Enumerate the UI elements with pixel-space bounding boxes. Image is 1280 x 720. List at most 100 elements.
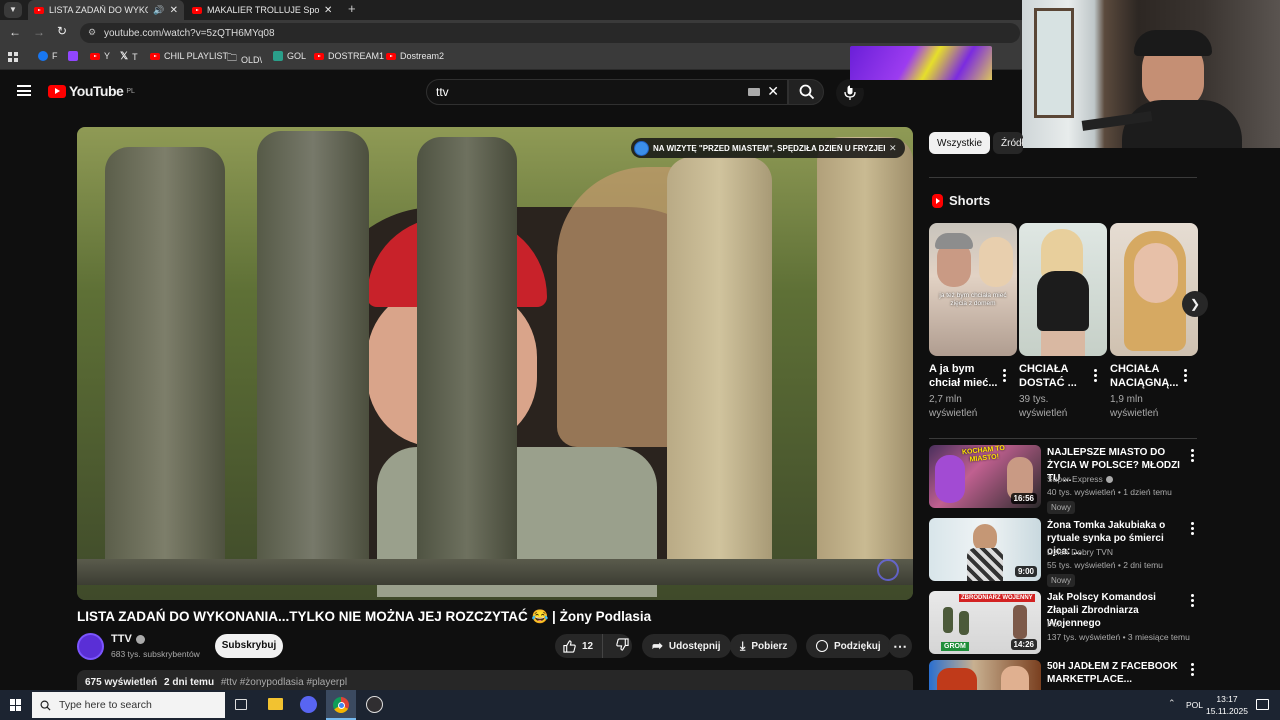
youtube-favicon-icon: [192, 6, 202, 14]
chip-all[interactable]: Wszystkie: [929, 132, 990, 154]
bookmark-x[interactable]: 𝕏 T: [120, 51, 138, 62]
new-badge: Nowy: [1047, 501, 1076, 514]
youtube-logo[interactable]: YouTube PL: [48, 83, 135, 99]
recommended-menu-icon-3[interactable]: [1190, 594, 1194, 609]
clear-search-icon[interactable]: ✕: [767, 83, 779, 100]
speaker-icon: 🔊: [153, 4, 165, 15]
windows-start-icon[interactable]: [10, 699, 22, 711]
recommended-thumbnail-2[interactable]: 9:00: [929, 518, 1041, 581]
divider: [929, 177, 1197, 178]
thanks-button[interactable]: Podziękuj: [806, 634, 891, 658]
shorts-next-button[interactable]: ❯: [1182, 291, 1208, 317]
bookmark-twitch[interactable]: [68, 51, 78, 61]
video-player[interactable]: NA WIZYTĘ "PRZED MIASTEM", SPĘDZIŁA DZIE…: [77, 127, 913, 600]
bookmark-dostream2[interactable]: Dostream2: [386, 51, 444, 61]
thumbnail-label: GROM: [941, 642, 969, 651]
bookmark-folder-old[interactable]: 🗀 OLD\: [227, 51, 262, 68]
download-button[interactable]: ⤓ Pobierz: [730, 634, 798, 658]
subscriber-count: 683 tys. subskrybentów: [111, 649, 200, 659]
search-button[interactable]: [788, 79, 824, 105]
short-title-1[interactable]: A ja bym chciał mieć...: [929, 362, 1005, 390]
bookmark-label: T: [132, 51, 138, 62]
new-badge: Nowy: [1047, 574, 1076, 587]
keyboard-icon[interactable]: [748, 88, 760, 96]
notifications-icon[interactable]: [1256, 699, 1269, 710]
tab-2[interactable]: MAKALIER TROLLUJE Spotkani ✕: [186, 0, 342, 20]
channel-name[interactable]: TTV: [111, 633, 145, 645]
recommended-menu-icon-4[interactable]: [1190, 663, 1194, 678]
search-input[interactable]: ttv ✕: [426, 79, 788, 105]
short-title-3[interactable]: CHCIAŁA NACIĄGNĄ...: [1110, 362, 1186, 390]
recommended-menu-icon-2[interactable]: [1190, 522, 1194, 537]
short-menu-icon-1[interactable]: [1002, 369, 1006, 384]
notification-text: NA WIZYTĘ "PRZED MIASTEM", SPĘDZIŁA DZIE…: [653, 143, 885, 153]
channel-label: Super Express: [1047, 474, 1103, 484]
hashtags[interactable]: #ttv #żonypodlasia #playerpl: [221, 677, 347, 688]
tab-close-icon[interactable]: ✕: [324, 5, 332, 16]
upload-date: 2 dni temu: [164, 677, 215, 688]
hamburger-menu-icon[interactable]: [17, 85, 31, 96]
clock-time[interactable]: 13:17: [1209, 694, 1245, 704]
notification-close-icon[interactable]: ✕: [889, 143, 897, 154]
subscribe-button[interactable]: Subskrybuj: [215, 634, 283, 658]
youtube-icon: [150, 52, 160, 60]
dislike-button[interactable]: [609, 638, 629, 654]
obs-icon[interactable]: [366, 696, 383, 713]
task-view-icon[interactable]: [235, 699, 247, 710]
reload-icon[interactable]: ↻: [57, 24, 67, 38]
tab-active[interactable]: LISTA ZADAŃ DO WYKONA 🔊 ✕: [28, 0, 184, 20]
recommended-thumbnail-4[interactable]: [929, 660, 1041, 690]
bookmark-chil-playlist[interactable]: CHIL PLAYLIST: [150, 51, 228, 61]
short-thumbnail-3[interactable]: [1110, 223, 1198, 356]
youtube-favicon-icon: [34, 6, 44, 14]
region-code: PL: [126, 87, 135, 95]
tray-chevron-icon[interactable]: ⌃: [1168, 698, 1176, 709]
recommended-thumbnail-1[interactable]: KOCHAM TO MIASTO! 16:56: [929, 445, 1041, 508]
bookmark-gol[interactable]: GOL: [273, 51, 306, 61]
chrome-icon[interactable]: [326, 690, 356, 720]
taskbar-search-input[interactable]: Type here to search: [32, 692, 225, 718]
discord-icon[interactable]: [300, 696, 317, 713]
share-button[interactable]: ➦ Udostępnij: [642, 634, 731, 658]
recommended-thumbnail-3[interactable]: ZBRODNIARZ WOJENNY GROM 14:26: [929, 591, 1041, 654]
shorts-heading: Shorts: [932, 193, 990, 208]
bookmark-dostream1[interactable]: DOSTREAM1: [314, 51, 384, 61]
forward-icon[interactable]: →: [33, 25, 45, 39]
download-label: Pobierz: [751, 640, 788, 652]
video-notification-banner[interactable]: NA WIZYTĘ "PRZED MIASTEM", SPĘDZIŁA DZIE…: [631, 138, 905, 158]
short-thumbnail-1[interactable]: ja też bym chciała mieć zięcia z domem: [929, 223, 1017, 356]
recommended-menu-icon-1[interactable]: [1190, 449, 1194, 464]
new-tab-button[interactable]: +: [348, 1, 356, 16]
file-explorer-icon[interactable]: [268, 698, 283, 710]
more-actions-button[interactable]: ⋯: [888, 634, 912, 658]
recommended-channel-2[interactable]: Dzień Dobry TVN: [1047, 546, 1197, 559]
like-button[interactable]: 12: [555, 634, 603, 658]
tab-close-icon[interactable]: ✕: [170, 5, 178, 16]
short-thumbnail-2[interactable]: [1019, 223, 1107, 356]
network-icon[interactable]: [1158, 699, 1159, 700]
short-menu-icon-2[interactable]: [1093, 369, 1097, 384]
apps-grid-icon[interactable]: [8, 52, 18, 62]
url-field[interactable]: ⚙ youtube.com/watch?v=5zQTH6MYq08: [80, 23, 1020, 43]
short-title-2[interactable]: CHCIAŁA DOSTAĆ ...: [1019, 362, 1095, 390]
more-horizontal-icon: ⋯: [893, 637, 907, 654]
thanks-label: Podziękuj: [834, 640, 881, 652]
short-views-1: 2,7 mln wyświetleń: [929, 394, 978, 419]
short-views-3: 1,9 mln wyświetleń: [1110, 394, 1159, 419]
short-menu-icon-3[interactable]: [1183, 369, 1187, 384]
webcam-overlay: [1022, 0, 1280, 148]
bookmark-facebook[interactable]: F: [38, 51, 58, 61]
recommended-channel-3[interactable]: Port: [1047, 618, 1197, 631]
thumbnail-caption: KOCHAM TO MIASTO!: [961, 445, 1006, 464]
language-indicator[interactable]: POL: [1186, 700, 1203, 710]
tab-search-button[interactable]: ▼: [4, 2, 22, 18]
site-info-icon[interactable]: ⚙: [88, 27, 96, 38]
recommended-title-4[interactable]: 50H JADŁEM Z FACEBOOK MARKETPLACE...: [1047, 660, 1187, 686]
clock-date[interactable]: 15.11.2025: [1205, 706, 1249, 716]
recommended-channel-1[interactable]: Super Express: [1047, 473, 1197, 486]
channel-avatar[interactable]: [77, 633, 104, 660]
back-icon[interactable]: ←: [9, 25, 21, 39]
chip-source[interactable]: Źródł: [993, 132, 1023, 154]
tab-title: MAKALIER TROLLUJE Spotkani: [207, 5, 319, 15]
bookmark-youtube[interactable]: Y: [90, 51, 110, 61]
